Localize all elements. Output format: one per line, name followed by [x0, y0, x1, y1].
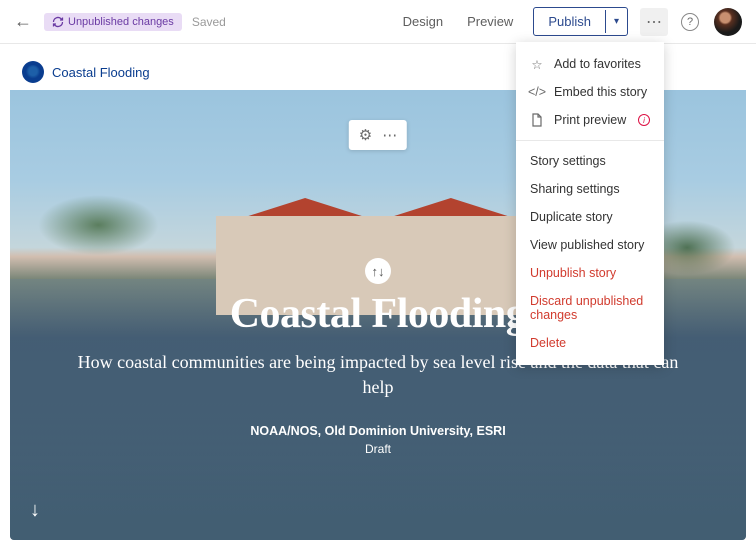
design-link[interactable]: Design	[403, 14, 443, 29]
menu-separator	[516, 140, 664, 141]
ellipsis-icon[interactable]: ⋯	[382, 126, 397, 144]
info-icon[interactable]: i	[638, 114, 650, 126]
menu-story-settings[interactable]: Story settings	[516, 147, 664, 175]
swap-layout-button[interactable]: ↑↓	[365, 258, 391, 284]
back-arrow-icon[interactable]: ←	[14, 11, 32, 32]
user-avatar[interactable]	[714, 8, 742, 36]
preview-link[interactable]: Preview	[467, 14, 513, 29]
more-options-menu: ☆ Add to favorites </> Embed this story …	[516, 42, 664, 365]
pdf-icon	[530, 113, 544, 127]
menu-duplicate[interactable]: Duplicate story	[516, 203, 664, 231]
code-icon: </>	[530, 85, 544, 99]
help-icon: ?	[681, 13, 699, 31]
swap-icon: ↑↓	[372, 264, 385, 279]
scroll-down-icon[interactable]: ↓	[30, 499, 40, 522]
menu-add-favorites[interactable]: ☆ Add to favorites	[516, 50, 664, 78]
publish-label[interactable]: Publish	[534, 8, 605, 35]
star-icon: ☆	[530, 57, 544, 71]
more-options-button[interactable]: ⋯	[640, 8, 668, 36]
unpublished-label: Unpublished changes	[68, 16, 174, 28]
menu-view-published[interactable]: View published story	[516, 231, 664, 259]
refresh-icon	[52, 16, 64, 28]
brand-title[interactable]: Coastal Flooding	[52, 65, 150, 80]
story-byline[interactable]: NOAA/NOS, Old Dominion University, ESRI	[60, 424, 696, 438]
menu-delete[interactable]: Delete	[516, 329, 664, 357]
gear-icon[interactable]: ⚙	[359, 126, 372, 144]
ellipsis-icon: ⋯	[646, 12, 662, 32]
publish-button[interactable]: Publish ▾	[533, 7, 628, 36]
unpublished-changes-badge[interactable]: Unpublished changes	[44, 13, 182, 31]
menu-unpublish[interactable]: Unpublish story	[516, 259, 664, 287]
story-status: Draft	[60, 442, 696, 456]
menu-embed[interactable]: </> Embed this story	[516, 78, 664, 106]
menu-print[interactable]: Print preview i	[516, 106, 664, 134]
menu-sharing-settings[interactable]: Sharing settings	[516, 175, 664, 203]
top-bar: ← Unpublished changes Saved Design Previ…	[0, 0, 756, 44]
noaa-logo-icon	[22, 61, 44, 83]
saved-status: Saved	[192, 15, 226, 29]
cover-toolbar: ⚙ ⋯	[349, 120, 407, 150]
menu-discard[interactable]: Discard unpublished changes	[516, 287, 664, 329]
publish-dropdown-toggle[interactable]: ▾	[605, 10, 627, 33]
help-button[interactable]: ?	[676, 8, 704, 36]
